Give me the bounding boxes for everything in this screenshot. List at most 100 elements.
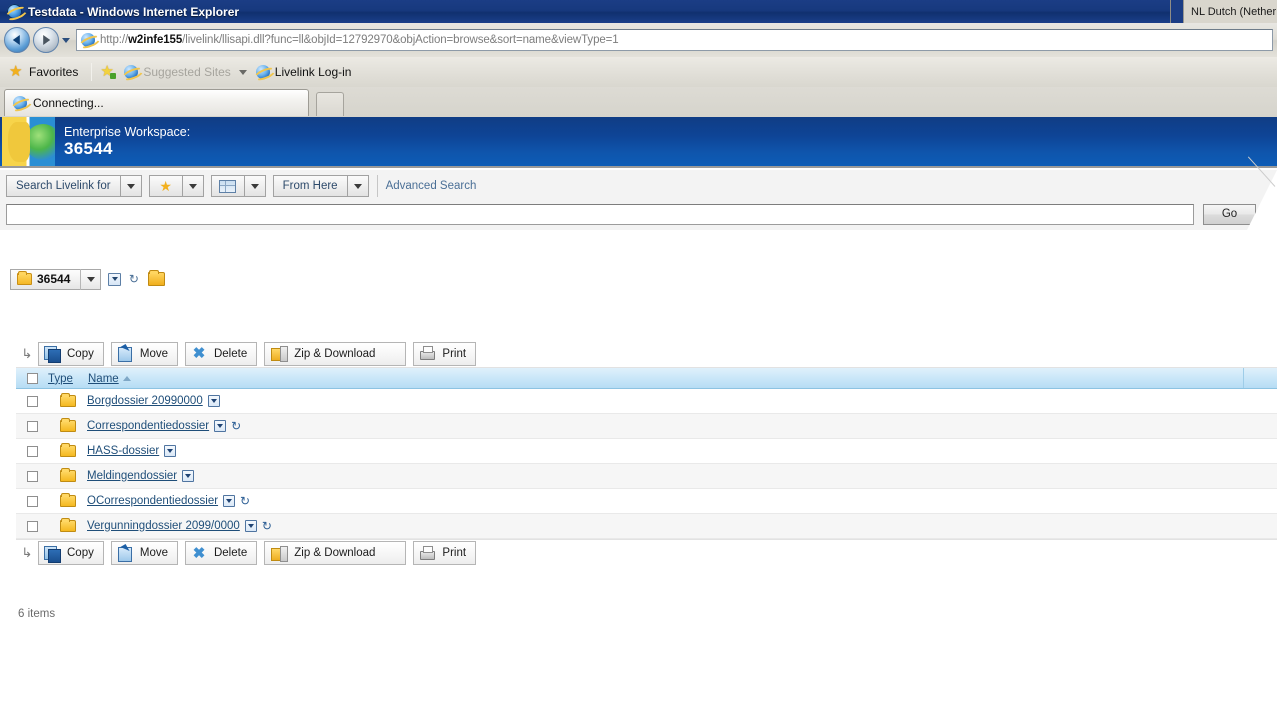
breadcrumb-current-folder[interactable]: 36544: [10, 269, 101, 290]
row-checkbox[interactable]: [27, 446, 38, 457]
up-one-level-folder-icon[interactable]: [148, 272, 165, 286]
row-functions-menu-icon[interactable]: [245, 520, 257, 532]
row-functions-menu-icon[interactable]: [223, 495, 235, 507]
search-favorite-button[interactable]: ★: [149, 175, 183, 197]
functions-menu-icon[interactable]: [108, 273, 121, 286]
row-name-cell: Borgdossier 20990000: [86, 388, 1243, 413]
zip-folder-icon: [271, 546, 287, 561]
row-functions-menu-icon[interactable]: [208, 395, 220, 407]
row-actions-cell: [1243, 488, 1277, 513]
search-input[interactable]: [6, 204, 1194, 225]
search-scope-button[interactable]: Search Livelink for: [6, 175, 121, 197]
table-row[interactable]: HASS-dossier: [16, 438, 1277, 463]
favorites-item-suggested-sites[interactable]: Suggested Sites: [122, 63, 253, 81]
child-arrow-icon: ↳: [16, 539, 38, 567]
table-header-row: Type Name: [16, 368, 1277, 388]
row-name-link[interactable]: OCorrespondentiedossier: [87, 495, 218, 507]
chevron-down-icon[interactable]: [59, 27, 73, 53]
zip-folder-icon: [271, 346, 287, 361]
row-name-cell: Vergunningdossier 2099/0000 ↻: [86, 513, 1243, 538]
browser-tab[interactable]: Connecting...: [4, 89, 309, 116]
row-name-link[interactable]: Meldingendossier: [87, 470, 177, 482]
copy-button[interactable]: Copy: [38, 342, 104, 366]
favorites-button[interactable]: Favorites: [7, 63, 85, 82]
row-functions-menu-icon[interactable]: [182, 470, 194, 482]
row-type-cell: [46, 488, 86, 513]
favorites-item-label: Livelink Log-in: [275, 65, 352, 79]
favorites-item-livelink-login[interactable]: Livelink Log-in: [254, 63, 359, 81]
zip-download-button[interactable]: Zip & Download: [264, 342, 406, 366]
search-scope-dropdown[interactable]: [120, 175, 142, 197]
search-from-button[interactable]: From Here: [273, 175, 348, 197]
move-button[interactable]: Move: [111, 342, 178, 366]
search-from-dropdown[interactable]: [347, 175, 369, 197]
row-name-link[interactable]: HASS-dossier: [87, 445, 159, 457]
breadcrumb-dropdown[interactable]: [80, 269, 100, 290]
row-history-icon[interactable]: ↻: [240, 495, 250, 507]
row-select-cell: [16, 488, 46, 513]
row-name-link[interactable]: Borgdossier 20990000: [87, 395, 203, 407]
table-row[interactable]: Vergunningdossier 2099/0000 ↻: [16, 513, 1277, 538]
copy-button-bottom[interactable]: Copy: [38, 541, 104, 565]
forward-arrow-icon[interactable]: [33, 27, 59, 53]
row-checkbox[interactable]: [27, 471, 38, 482]
delete-button-label: Delete: [214, 348, 247, 360]
language-bar[interactable]: NL Dutch (Nether: [1170, 0, 1277, 23]
row-actions-cell: [1243, 388, 1277, 413]
row-name-link[interactable]: Correspondentiedossier: [87, 420, 209, 432]
row-actions-cell: [1243, 413, 1277, 438]
search-toolbar: Search Livelink for ★ From Here Advanced…: [0, 170, 1277, 230]
row-checkbox[interactable]: [27, 496, 38, 507]
search-go-button[interactable]: Go: [1203, 204, 1256, 225]
address-input[interactable]: http://w2infe155/livelink/llisapi.dll?fu…: [76, 29, 1273, 51]
delete-button-bottom[interactable]: ✖ Delete: [185, 541, 257, 565]
search-slice-dropdown[interactable]: [244, 175, 266, 197]
column-header-name[interactable]: Name: [86, 368, 1243, 388]
toolbar-divider: [91, 63, 92, 81]
folder-icon: [17, 273, 32, 285]
row-actions-cell: [1243, 463, 1277, 488]
column-header-name-label[interactable]: Name: [86, 373, 119, 385]
browse-table: Type Name Borgdossier 20990000: [16, 368, 1277, 539]
column-header-type[interactable]: Type: [46, 368, 86, 388]
row-checkbox[interactable]: [27, 396, 38, 407]
add-to-favorites-button[interactable]: [98, 63, 122, 82]
row-actions-cell: [1243, 513, 1277, 538]
table-row[interactable]: Meldingendossier: [16, 463, 1277, 488]
row-functions-menu-icon[interactable]: [164, 445, 176, 457]
table-row[interactable]: Correspondentiedossier ↻: [16, 413, 1277, 438]
row-history-icon[interactable]: ↻: [231, 420, 241, 432]
row-functions-menu-icon[interactable]: [214, 420, 226, 432]
zip-download-button-label: Zip & Download: [294, 348, 375, 360]
browse-toolbar-bottom: ↳ Copy Move ✖ Delete Zip & Download Prin…: [16, 539, 1277, 567]
delete-icon: ✖: [191, 346, 207, 361]
move-button-bottom[interactable]: Move: [111, 541, 178, 565]
row-name-link[interactable]: Vergunningdossier 2099/0000: [87, 520, 240, 532]
refresh-icon[interactable]: ↻: [127, 273, 140, 286]
zip-download-button-bottom[interactable]: Zip & Download: [264, 541, 406, 565]
row-name-cell: OCorrespondentiedossier ↻: [86, 488, 1243, 513]
new-tab-button[interactable]: [316, 92, 344, 116]
search-favorite-dropdown[interactable]: [182, 175, 204, 197]
advanced-search-link[interactable]: Advanced Search: [386, 180, 477, 192]
table-row[interactable]: Borgdossier 20990000: [16, 388, 1277, 413]
print-button-bottom[interactable]: Print: [413, 541, 476, 565]
select-all-checkbox[interactable]: [27, 373, 38, 384]
browser-tab-label: Connecting...: [33, 96, 104, 110]
copy-icon: [44, 346, 60, 361]
livelink-logo-icon: [2, 117, 55, 166]
select-all-header: [16, 368, 46, 388]
print-button[interactable]: Print: [413, 342, 476, 366]
row-checkbox[interactable]: [27, 421, 38, 432]
row-checkbox[interactable]: [27, 521, 38, 532]
move-button-label: Move: [140, 348, 168, 360]
row-select-cell: [16, 413, 46, 438]
search-slice-button[interactable]: [211, 175, 245, 197]
delete-button[interactable]: ✖ Delete: [185, 342, 257, 366]
back-arrow-icon[interactable]: [4, 27, 30, 53]
chevron-down-icon[interactable]: [239, 70, 247, 75]
column-header-type-label[interactable]: Type: [46, 373, 73, 385]
table-row[interactable]: OCorrespondentiedossier ↻: [16, 488, 1277, 513]
row-history-icon[interactable]: ↻: [262, 520, 272, 532]
breadcrumb-folder-name: 36544: [37, 272, 80, 286]
